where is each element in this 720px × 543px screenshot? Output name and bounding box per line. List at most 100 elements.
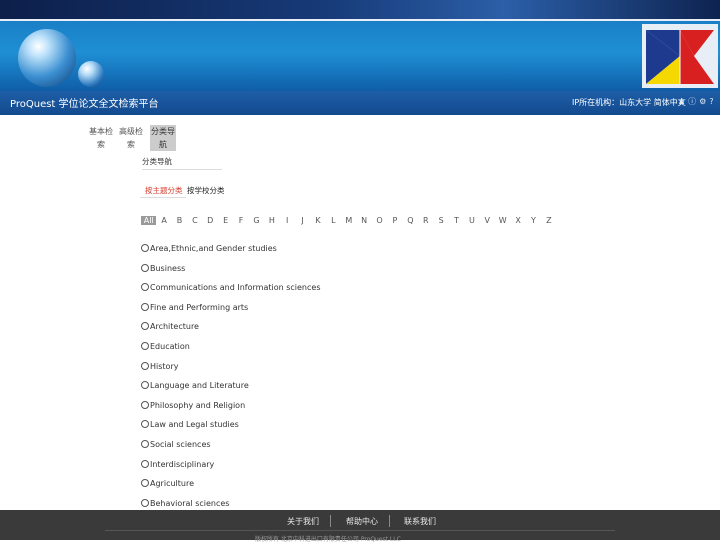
tab-category-nav[interactable]: 分类导 航: [150, 125, 176, 151]
category-item[interactable]: Behavioral sciences: [141, 498, 230, 508]
letter-filter-r[interactable]: R: [418, 216, 433, 225]
expand-icon[interactable]: [141, 244, 149, 252]
letter-filter-t[interactable]: T: [449, 216, 464, 225]
footer: 关于我们 帮助中心 联系我们 版权所有 北京中科进出口有限责任公司 ProQue…: [0, 510, 720, 543]
category-label: Communications and Information sciences: [150, 283, 321, 293]
category-item[interactable]: Interdisciplinary: [141, 459, 215, 469]
breadcrumb: 分类导航: [142, 157, 172, 166]
category-label: Business: [150, 263, 186, 273]
letter-filter-a[interactable]: A: [156, 216, 171, 225]
expand-icon[interactable]: [141, 283, 149, 292]
subtab-by-subject[interactable]: 按主题分类: [145, 185, 183, 196]
expand-icon[interactable]: [141, 498, 149, 507]
letter-filter-n[interactable]: N: [356, 216, 371, 225]
tab-advanced-search[interactable]: 高级检 索: [118, 125, 144, 151]
subtab-divider: [140, 197, 186, 198]
institution-label: IP所在机构：山东大学: [572, 98, 652, 107]
letter-filter-j[interactable]: J: [295, 216, 310, 225]
category-item[interactable]: Law and Legal studies: [141, 420, 239, 429]
expand-icon[interactable]: [141, 342, 149, 350]
letter-filter-x[interactable]: X: [510, 216, 525, 225]
letter-filter-y[interactable]: Y: [526, 216, 541, 225]
letter-filter-p[interactable]: P: [387, 216, 402, 225]
letter-filter-i[interactable]: I: [280, 216, 295, 225]
site-title: ProQuest 学位论文全文检索平台: [10, 99, 159, 110]
footer-link-about[interactable]: 关于我们: [287, 516, 319, 527]
category-item[interactable]: History: [141, 361, 179, 371]
letter-filter-q[interactable]: Q: [403, 216, 418, 225]
expand-icon[interactable]: [141, 400, 149, 409]
letter-filter-m[interactable]: M: [341, 216, 356, 225]
expand-icon[interactable]: [141, 263, 149, 272]
letter-filter-s[interactable]: S: [433, 216, 448, 225]
subtab-by-school[interactable]: 按学校分类: [187, 185, 225, 196]
letter-filter-g[interactable]: G: [249, 216, 264, 225]
footer-link-help[interactable]: 帮助中心: [346, 516, 378, 527]
header-banner: [0, 21, 720, 91]
category-label: Social sciences: [150, 440, 211, 449]
category-label: Architecture: [150, 322, 199, 332]
user-icon[interactable]: ♟: [678, 97, 688, 106]
category-label: Education: [150, 342, 190, 351]
expand-icon[interactable]: [141, 479, 149, 488]
expand-icon[interactable]: [141, 440, 149, 448]
category-item[interactable]: Education: [141, 342, 190, 351]
expand-icon[interactable]: [141, 361, 149, 370]
letter-filter-all[interactable]: All: [141, 216, 157, 225]
category-label: Philosophy and Religion: [150, 400, 246, 410]
help-icon[interactable]: ?: [709, 97, 716, 106]
letter-filter-d[interactable]: D: [203, 216, 218, 225]
letter-filter-k[interactable]: K: [310, 216, 325, 225]
category-item[interactable]: Agriculture: [141, 479, 194, 488]
footer-copyright: 版权所有 北京中科进出口有限责任公司 ProQuest LLC: [255, 536, 401, 543]
letter-filter-v[interactable]: V: [480, 216, 495, 225]
category-label: Area,Ethnic,and Gender studies: [150, 244, 277, 253]
user-info: IP所在机构：山东大学 简体中文: [572, 97, 686, 108]
expand-icon[interactable]: [141, 322, 149, 331]
tab-basic-search[interactable]: 基本检 索: [88, 125, 114, 151]
expand-icon[interactable]: [141, 381, 149, 390]
category-label: History: [150, 361, 179, 371]
letter-filter-b[interactable]: B: [172, 216, 187, 225]
category-item[interactable]: Language and Literature: [141, 381, 249, 390]
top-strip: [0, 0, 720, 20]
footer-divider: [389, 515, 390, 527]
letter-filter: All A B C D E F G H I J K L M N O P Q R S T U V W X Y Z: [141, 216, 557, 225]
letter-filter-l[interactable]: L: [326, 216, 341, 225]
category-item[interactable]: Social sciences: [141, 440, 211, 449]
category-item[interactable]: Philosophy and Religion: [141, 400, 246, 410]
letter-filter-o[interactable]: O: [372, 216, 387, 225]
breadcrumb-divider: [142, 169, 222, 170]
category-label: Interdisciplinary: [150, 459, 215, 469]
small-globe-icon: [78, 61, 104, 87]
nav-bar: ProQuest 学位论文全文检索平台 IP所在机构：山东大学 简体中文 ♟ⓘ⚙…: [0, 91, 720, 115]
category-item[interactable]: Architecture: [141, 322, 199, 331]
footer-rule: [105, 530, 615, 531]
letter-filter-u[interactable]: U: [464, 216, 479, 225]
letter-filter-z[interactable]: Z: [541, 216, 556, 225]
info-icon[interactable]: ⓘ: [688, 97, 699, 106]
letter-filter-w[interactable]: W: [495, 216, 510, 225]
settings-icon[interactable]: ⚙: [699, 97, 709, 106]
nav-icons: ♟ⓘ⚙?: [678, 96, 717, 107]
category-label: Language and Literature: [150, 381, 249, 391]
globe-icon: [18, 29, 76, 87]
category-item[interactable]: Business: [141, 263, 186, 273]
category-item[interactable]: Fine and Performing arts: [141, 302, 249, 312]
letter-filter-c[interactable]: C: [187, 216, 202, 225]
expand-icon[interactable]: [141, 302, 149, 311]
category-item[interactable]: Communications and Information sciences: [141, 283, 320, 292]
letter-filter-f[interactable]: F: [233, 216, 248, 225]
category-item[interactable]: Area,Ethnic,and Gender studies: [141, 244, 277, 253]
footer-link-contact[interactable]: 联系我们: [404, 516, 436, 527]
expand-icon[interactable]: [141, 459, 149, 468]
letter-filter-e[interactable]: E: [218, 216, 233, 225]
expand-icon[interactable]: [141, 420, 149, 429]
category-label: Fine and Performing arts: [150, 302, 249, 312]
letter-filter-h[interactable]: H: [264, 216, 279, 225]
calis-logo: [642, 24, 718, 88]
category-label: Behavioral sciences: [150, 498, 230, 508]
footer-divider: [330, 515, 331, 527]
category-label: Law and Legal studies: [150, 420, 239, 430]
category-label: Agriculture: [150, 479, 194, 489]
